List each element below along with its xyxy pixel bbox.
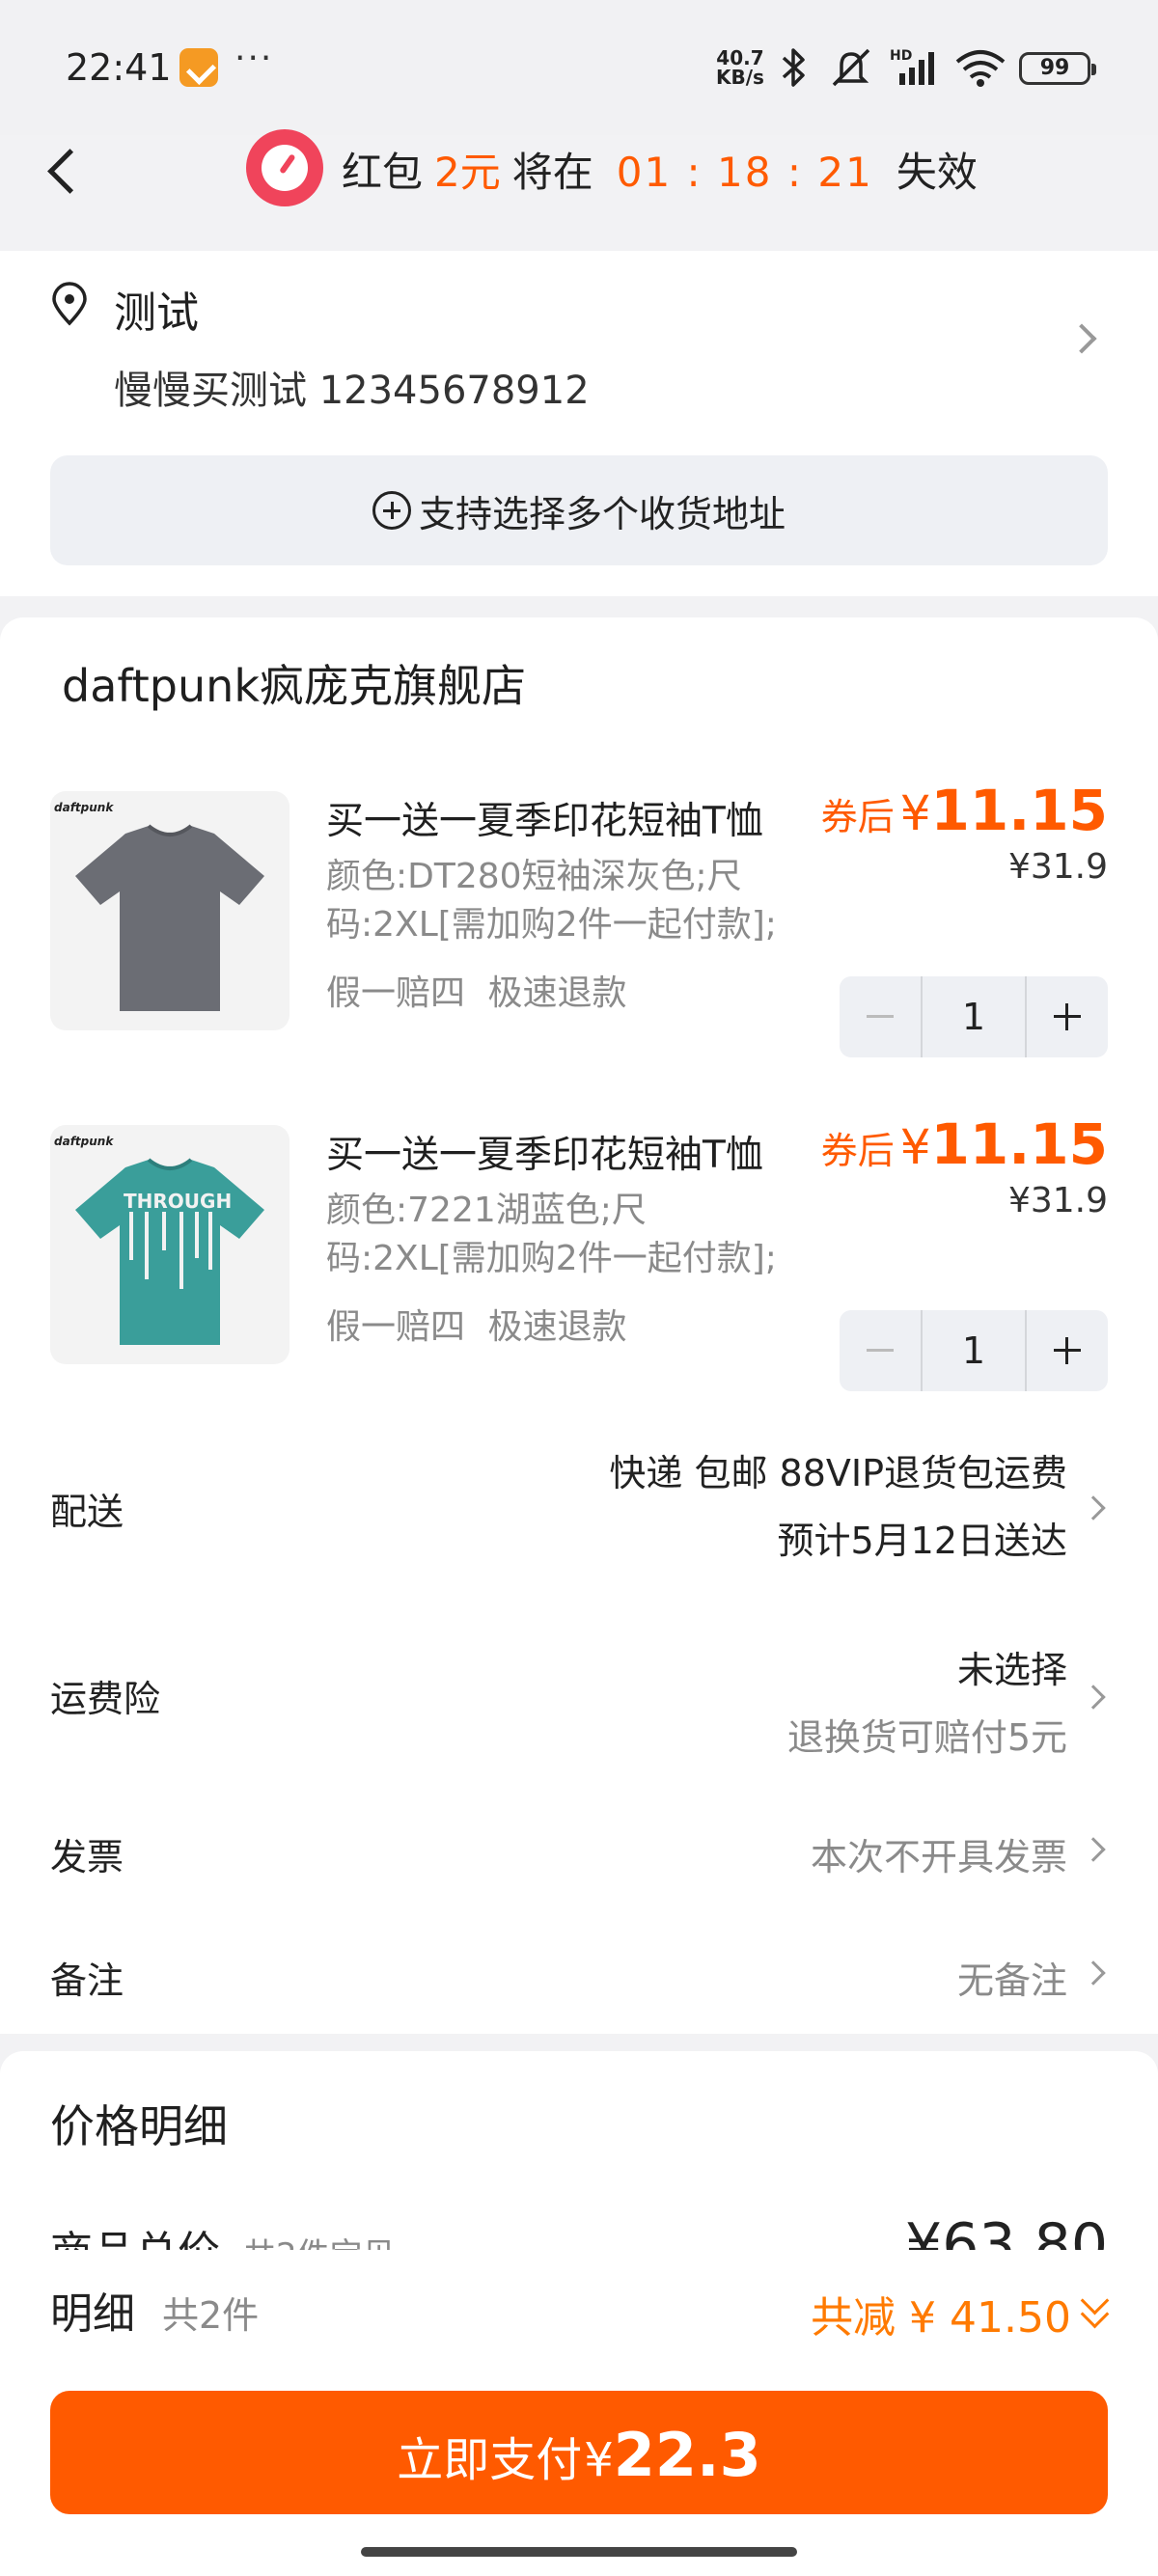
shipping-insurance-label: 运费险	[50, 1678, 161, 1720]
quantity-stepper: 1	[840, 1310, 1108, 1391]
product-title: 买一送一夏季印花短袖T恤	[326, 800, 763, 843]
decrease-quantity-button[interactable]	[840, 1310, 921, 1391]
coupon-price-currency: ¥	[899, 785, 931, 841]
red-packet-amount: 2元	[434, 149, 501, 196]
invoice-value: 本次不开具发票	[810, 1836, 1067, 1878]
product-image-brand: daftpunk	[54, 801, 114, 814]
product-image[interactable]: daftpunk	[50, 791, 290, 1030]
pay-now-button[interactable]: 立即支付 ¥ 22.3	[50, 2391, 1108, 2514]
delivery-eta: 预计5月12日送达	[777, 1520, 1067, 1562]
shipping-insurance-status: 未选择	[956, 1649, 1067, 1691]
detail-label: 明细	[50, 2289, 135, 2339]
expand-double-chevron-icon[interactable]	[1077, 2290, 1112, 2329]
pay-now-currency: ¥	[584, 2433, 614, 2487]
shipping-insurance-desc: 退换货可赔付5元	[786, 1716, 1067, 1759]
quantity-stepper: 1	[840, 976, 1108, 1057]
address-detail: 慢慢买测试 12345678912	[114, 369, 590, 413]
address-name: 测试	[114, 288, 199, 338]
goods-total-label: 商品总价	[50, 2228, 220, 2250]
network-speed: 40.7 KB/s	[716, 48, 764, 87]
coupon-price-currency: ¥	[899, 1119, 931, 1175]
home-indicator[interactable]	[361, 2547, 797, 2557]
bluetooth-icon	[782, 48, 805, 87]
battery-icon: 99	[1019, 52, 1096, 85]
red-packet-prefix: 红包	[342, 149, 424, 196]
goods-total-value: ¥63.80	[905, 2211, 1108, 2250]
tshirt-teal-image: THROUGH	[75, 1158, 264, 1345]
total-discount[interactable]: 共减 ¥ 41.50	[811, 2283, 1071, 2344]
delivery-method: 快递 包邮 88VIP退货包运费	[609, 1452, 1067, 1494]
increase-quantity-button[interactable]	[1027, 976, 1108, 1057]
remark-label: 备注	[50, 1959, 124, 2002]
original-price: ¥31.9	[1007, 1181, 1108, 1220]
plus-circle-icon	[372, 491, 411, 530]
pay-now-amount: 22.3	[613, 2420, 761, 2490]
coupon-price-value: 11.15	[930, 778, 1108, 843]
status-time: 22:41	[66, 46, 172, 89]
product-item: daftpunk THROUGH 买一送一夏季印花短袖T恤 颜色:7221湖蓝色…	[0, 1111, 1158, 1414]
product-item: daftpunk 买一送一夏季印花短袖T恤 颜色:DT280短袖深灰色;尺码:2…	[0, 778, 1158, 1081]
coupon-price-label: 券后	[820, 1130, 895, 1172]
back-button[interactable]	[39, 140, 87, 198]
more-notifications-icon: ···	[234, 39, 274, 78]
multi-address-label: 支持选择多个收货地址	[418, 492, 786, 535]
increase-quantity-button[interactable]	[1027, 1310, 1108, 1391]
coupon-price: 券后 ¥ 11.15	[821, 778, 1108, 843]
wifi-icon	[955, 50, 1006, 87]
tshirt-grey-image	[75, 824, 264, 1011]
quantity-value[interactable]: 1	[921, 1310, 1027, 1391]
price-detail-title: 价格明细	[50, 2100, 228, 2152]
red-packet-suffix: 失效	[896, 149, 978, 196]
app-notification-icon	[179, 48, 218, 87]
coupon-price: 券后 ¥ 11.15	[821, 1111, 1108, 1177]
invoice-label: 发票	[50, 1836, 124, 1878]
red-packet-middle: 将在	[511, 149, 593, 196]
product-title: 买一送一夏季印花短袖T恤	[326, 1134, 763, 1177]
multi-address-button[interactable]: 支持选择多个收货地址	[50, 455, 1108, 565]
product-service-tags: 假一赔四 极速退款	[326, 973, 627, 1013]
goods-total-count: 共2件宝贝	[243, 2236, 396, 2250]
detail-toggle[interactable]: 明细 共2件	[50, 2279, 259, 2341]
red-packet-countdown: 01 : 18 : 21	[616, 149, 873, 196]
detail-count: 共2件	[162, 2294, 260, 2337]
product-image[interactable]: daftpunk THROUGH	[50, 1125, 290, 1364]
goods-total-label-group: 商品总价 共2件宝贝	[50, 2217, 396, 2250]
red-packet-timer-icon	[246, 129, 323, 206]
delivery-label: 配送	[50, 1491, 124, 1533]
goods-total-row: 商品总价 共2件宝贝 ¥63.80	[0, 2209, 1158, 2250]
hd-signal-icon: HD	[890, 48, 934, 85]
tshirt-print-text: THROUGH	[124, 1190, 232, 1213]
original-price: ¥31.9	[1007, 847, 1108, 887]
quantity-value[interactable]: 1	[921, 976, 1027, 1057]
product-image-brand: daftpunk	[54, 1135, 114, 1148]
product-spec: 颜色:DT280短袖深灰色;尺码:2XL[需加购2件一起付款];	[326, 857, 777, 945]
network-speed-unit: KB/s	[716, 66, 764, 89]
remark-value: 无备注	[956, 1959, 1067, 2002]
svg-text:HD: HD	[890, 48, 912, 64]
mute-icon	[832, 48, 870, 87]
product-service-tags: 假一赔四 极速退款	[326, 1307, 627, 1347]
location-pin-icon	[52, 282, 87, 326]
product-spec: 颜色:7221湖蓝色;尺码:2XL[需加购2件一起付款];	[326, 1191, 777, 1278]
shop-name[interactable]: daftpunk疯庞克旗舰店	[62, 651, 526, 715]
pay-now-label: 立即支付	[397, 2433, 583, 2487]
coupon-price-label: 券后	[820, 796, 895, 838]
network-speed-value: 40.7	[716, 46, 764, 69]
decrease-quantity-button[interactable]	[840, 976, 921, 1057]
red-packet-banner: 红包 2元 将在 01 : 18 : 21 失效	[342, 140, 978, 199]
coupon-price-value: 11.15	[930, 1111, 1108, 1177]
status-bar: 22:41 ··· 40.7 KB/s HD 99	[0, 0, 1158, 135]
